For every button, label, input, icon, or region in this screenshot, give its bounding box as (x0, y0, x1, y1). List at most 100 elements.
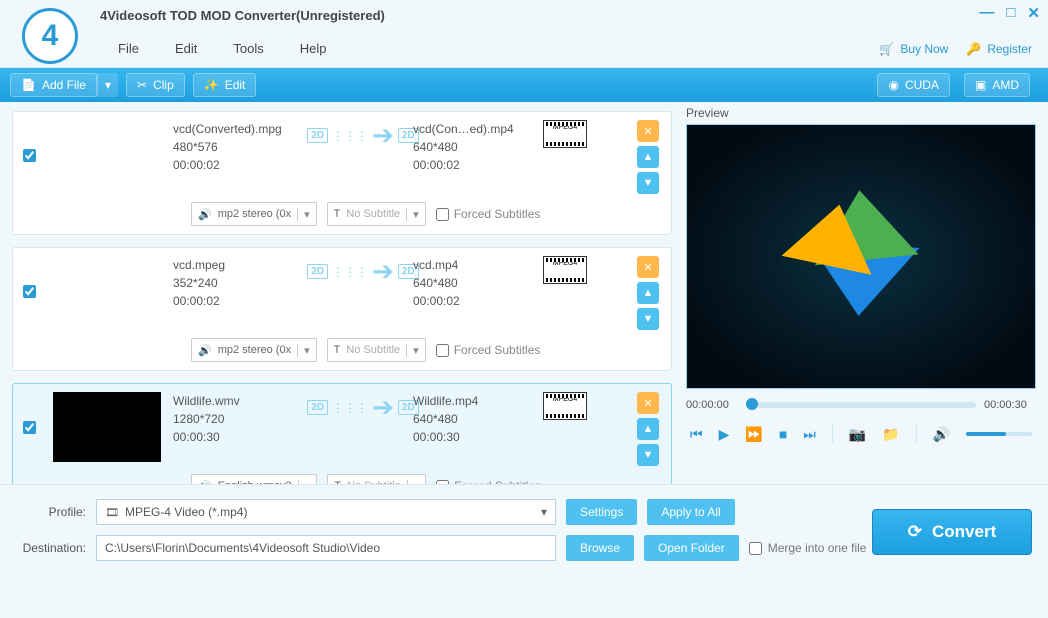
file-thumbnail (53, 392, 161, 462)
remove-item-button[interactable]: ✕ (637, 256, 659, 278)
snapshot-button[interactable]: 📷 (849, 426, 866, 443)
move-down-button[interactable]: ▼ (637, 444, 659, 466)
file-item[interactable]: vcd(Converted).mpg480*57600:00:02 2D⋮⋮⋮➔… (12, 111, 672, 235)
preview-placeholder-icon (791, 182, 931, 322)
output-meta: vcd(Con…ed).mp4640*48000:00:02 (413, 120, 543, 174)
speaker-icon: 🔊 (198, 344, 212, 357)
forced-subtitles-checkbox[interactable] (436, 344, 449, 357)
source-meta: vcd.mpeg352*24000:00:02 (173, 256, 313, 310)
move-up-button[interactable]: ▲ (637, 282, 659, 304)
fast-forward-button[interactable]: ⏩ (745, 426, 762, 443)
codec-badge: MPEG4 (543, 256, 587, 284)
app-logo: 4 (22, 8, 78, 64)
text-icon: T (334, 208, 341, 220)
key-icon: 🔑 (966, 42, 981, 56)
preview-video (686, 124, 1036, 389)
amd-icon: ▣ (975, 78, 986, 92)
remove-item-button[interactable]: ✕ (637, 392, 659, 414)
menu-help[interactable]: Help (300, 41, 327, 56)
prev-button[interactable]: ⏮ (690, 426, 703, 443)
file-thumbnail (53, 120, 161, 190)
file-checkbox[interactable] (23, 285, 36, 298)
add-file-button[interactable]: 📄Add File (10, 73, 97, 97)
destination-input[interactable]: C:\Users\Florin\Documents\4Videosoft Stu… (96, 535, 556, 561)
volume-icon[interactable]: 🔊 (933, 426, 950, 443)
refresh-icon: ⟳ (908, 522, 922, 542)
codec-badge: MPEG4 (543, 392, 587, 420)
menubar: File Edit Tools Help 🛒Buy Now 🔑Register (0, 30, 1048, 68)
conversion-arrow: 2D⋮⋮⋮➔2D (313, 120, 413, 151)
menu-edit[interactable]: Edit (175, 41, 197, 56)
seek-slider[interactable] (746, 402, 976, 408)
add-file-dropdown[interactable]: ▾ (97, 73, 118, 97)
register-link[interactable]: 🔑Register (966, 42, 1032, 56)
remove-item-button[interactable]: ✕ (637, 120, 659, 142)
settings-button[interactable]: Settings (566, 499, 637, 525)
menu-file[interactable]: File (118, 41, 139, 56)
buy-now-link[interactable]: 🛒Buy Now (879, 42, 948, 56)
film-icon: 🎞 (105, 506, 119, 519)
move-down-button[interactable]: ▼ (637, 172, 659, 194)
convert-button[interactable]: ⟳Convert (872, 509, 1032, 555)
codec-badge: MPEG4 (543, 120, 587, 148)
maximize-icon[interactable]: □ (1006, 4, 1015, 22)
audio-track-select[interactable]: 🔊mp2 stereo (0x▾ (191, 202, 317, 226)
amd-button[interactable]: ▣AMD (964, 73, 1030, 97)
close-icon[interactable]: ✕ (1027, 4, 1040, 22)
next-button[interactable]: ⏭ (803, 426, 816, 443)
time-current: 00:00:00 (686, 399, 738, 411)
clip-button[interactable]: ✂Clip (126, 73, 185, 97)
bottom-panel: Profile: 🎞 MPEG-4 Video (*.mp4) Settings… (0, 484, 1048, 598)
merge-checkbox[interactable] (749, 542, 762, 555)
speaker-icon: 🔊 (198, 208, 212, 221)
text-icon: T (334, 344, 341, 356)
file-checkbox[interactable] (23, 149, 36, 162)
volume-slider[interactable] (966, 432, 1032, 436)
output-meta: Wildlife.mp4640*48000:00:30 (413, 392, 543, 446)
minimize-icon[interactable]: — (979, 4, 994, 22)
profile-label: Profile: (16, 505, 86, 519)
file-item[interactable]: Wildlife.wmv1280*72000:00:30 2D⋮⋮⋮➔2D Wi… (12, 383, 672, 484)
apply-to-all-button[interactable]: Apply to All (647, 499, 734, 525)
forced-subtitles-label: Forced Subtitles (454, 343, 541, 357)
stop-button[interactable]: ■ (779, 426, 787, 442)
window-title: 4Videosoft TOD MOD Converter(Unregistere… (100, 8, 385, 23)
time-total: 00:00:30 (984, 399, 1036, 411)
open-snapshot-folder-button[interactable]: 📁 (882, 426, 899, 443)
audio-track-select[interactable]: 🔊mp2 stereo (0x▾ (191, 338, 317, 362)
wand-icon: ✨ (204, 78, 219, 92)
file-thumbnail (53, 256, 161, 326)
audio-track-select[interactable]: 🔊English wmav2▾ (191, 474, 317, 484)
scissors-icon: ✂ (137, 78, 147, 92)
edit-button[interactable]: ✨Edit (193, 73, 257, 97)
profile-select[interactable]: 🎞 MPEG-4 Video (*.mp4) (96, 499, 556, 525)
file-checkbox[interactable] (23, 421, 36, 434)
file-list: vcd(Converted).mpg480*57600:00:02 2D⋮⋮⋮➔… (12, 102, 680, 484)
conversion-arrow: 2D⋮⋮⋮➔2D (313, 256, 413, 287)
move-up-button[interactable]: ▲ (637, 146, 659, 168)
play-button[interactable]: ▶ (719, 426, 730, 443)
forced-subtitles-label: Forced Subtitles (454, 207, 541, 221)
subtitle-select[interactable]: TNo Subtitle▾ (327, 202, 426, 226)
source-meta: Wildlife.wmv1280*72000:00:30 (173, 392, 313, 446)
cuda-button[interactable]: ◉CUDA (877, 73, 950, 97)
titlebar: 4 4Videosoft TOD MOD Converter(Unregiste… (0, 0, 1048, 30)
output-meta: vcd.mp4640*48000:00:02 (413, 256, 543, 310)
subtitle-select[interactable]: TNo Subtitle▾ (327, 338, 426, 362)
conversion-arrow: 2D⋮⋮⋮➔2D (313, 392, 413, 423)
toolbar: 📄Add File ▾ ✂Clip ✨Edit ◉CUDA ▣AMD (0, 68, 1048, 102)
open-folder-button[interactable]: Open Folder (644, 535, 739, 561)
file-item[interactable]: vcd.mpeg352*24000:00:02 2D⋮⋮⋮➔2D vcd.mp4… (12, 247, 672, 371)
destination-label: Destination: (16, 541, 86, 555)
merge-label: Merge into one file (768, 541, 867, 555)
move-up-button[interactable]: ▲ (637, 418, 659, 440)
preview-label: Preview (686, 106, 1036, 120)
move-down-button[interactable]: ▼ (637, 308, 659, 330)
forced-subtitles-checkbox[interactable] (436, 208, 449, 221)
nvidia-icon: ◉ (888, 78, 898, 92)
preview-pane: Preview 00:00:00 00:00:30 ⏮ ▶ ⏩ ■ ⏭ 📷 📁 … (680, 102, 1036, 484)
browse-button[interactable]: Browse (566, 535, 634, 561)
subtitle-select[interactable]: TNo Subtitle▾ (327, 474, 426, 484)
add-file-icon: 📄 (21, 78, 36, 92)
menu-tools[interactable]: Tools (233, 41, 263, 56)
